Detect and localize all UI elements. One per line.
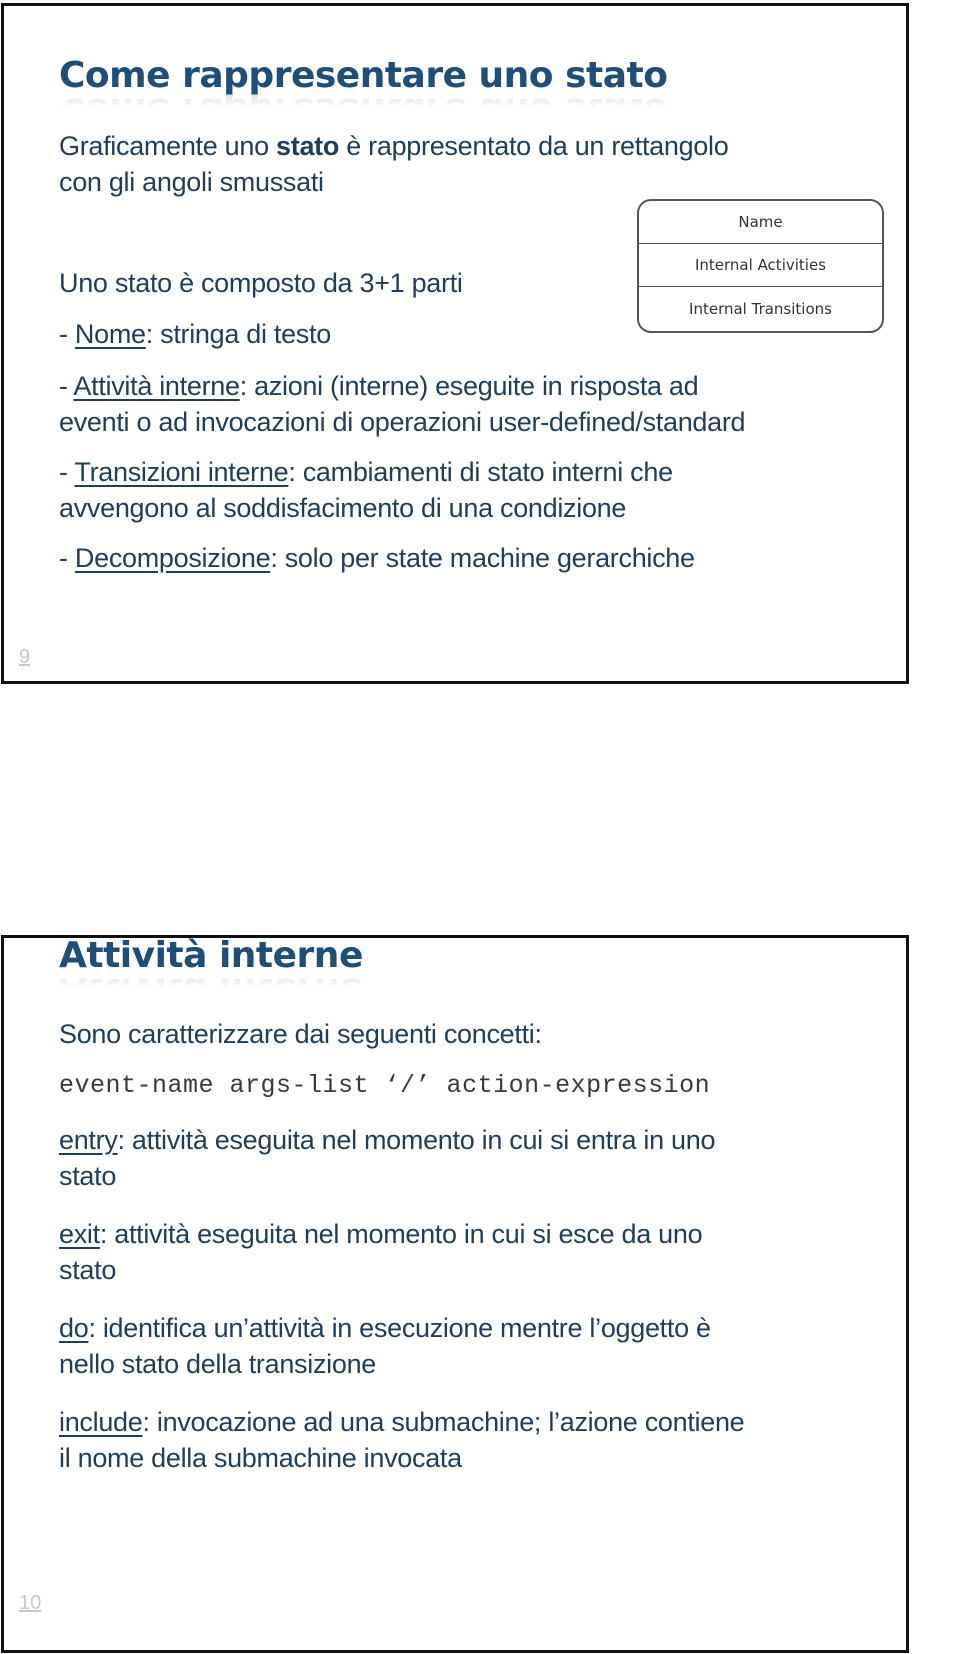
intro-text: Graficamente uno (59, 131, 277, 161)
concept-item: entry: attività eseguita nel momento in … (59, 1122, 715, 1194)
part-term: Attività interne (73, 371, 240, 401)
part-text: : stringa di testo (145, 319, 332, 349)
part-item: - Decomposizione: solo per state machine… (59, 543, 695, 573)
slide-title-reflection: Attività interne (59, 970, 363, 1011)
uml-state-diagram: Name Internal Activities Internal Transi… (637, 199, 884, 333)
slide-10: Attività interne Attività interne Sono c… (1, 935, 909, 1653)
part-term: Decomposizione (74, 543, 271, 573)
intro-bold-term: stato (276, 131, 340, 161)
slide-title-reflection: Come rappresentare uno stato (59, 90, 668, 131)
concept-item: exit: attività eseguita nel momento in c… (59, 1216, 703, 1288)
intro-line: Sono caratterizzare dai seguenti concett… (59, 1019, 542, 1049)
part-term: Transizioni interne (74, 457, 289, 487)
state-activities-compartment: Internal Activities (639, 244, 882, 287)
intro-paragraph: Graficamente uno stato è rappresentato d… (59, 128, 729, 200)
part-text: : cambiamenti di stato interni che (288, 457, 673, 487)
part-item: - Transizioni interne: cambiamenti di st… (59, 457, 673, 523)
slide-title: Come rappresentare uno stato (59, 55, 668, 96)
slide-9: Come rappresentare uno stato Come rappre… (1, 3, 909, 684)
state-name-compartment: Name (639, 201, 882, 244)
concept-text: stato (59, 1161, 117, 1191)
part-text: eventi o ad invocazioni di operazioni us… (59, 407, 746, 437)
page-number: 10 (19, 1592, 42, 1614)
part-text: : solo per state machine gerarchiche (270, 543, 695, 573)
concept-term: entry (59, 1125, 118, 1155)
syntax-line: event-name args-list ‘/’ action-expressi… (59, 1071, 711, 1100)
concept-text: il nome della submachine invocata (59, 1443, 462, 1473)
part-item: - Attività interne: azioni (interne) ese… (59, 371, 746, 437)
concept-text: : invocazione ad una submachine; l’azion… (142, 1407, 745, 1437)
part-term: Nome (74, 319, 146, 349)
slide-title: Attività interne (59, 935, 363, 976)
state-transitions-compartment: Internal Transitions (689, 299, 832, 318)
concept-item: do: identifica un’attività in esecuzione… (59, 1310, 711, 1382)
concept-term: exit (59, 1219, 100, 1249)
concept-text: nello stato della transizione (59, 1349, 377, 1379)
concept-text: stato (59, 1255, 117, 1285)
concept-text: : attività eseguita nel momento in cui s… (117, 1125, 716, 1155)
part-text: avvengono al soddisfacimento di una cond… (59, 493, 627, 523)
intro-text: con gli angoli smussati (59, 167, 324, 197)
concept-item: include: invocazione ad una submachine; … (59, 1404, 745, 1476)
part-text: : azioni (interne) eseguite in risposta … (239, 371, 699, 401)
concept-term: do (59, 1313, 89, 1343)
concept-text: : identifica un’attività in esecuzione m… (88, 1313, 711, 1343)
part-item: - Nome: stringa di testo (59, 319, 332, 349)
page-number: 9 (19, 646, 31, 668)
intro-text: è rappresentato da un rettangolo (339, 131, 729, 161)
composition-line: Uno stato è composto da 3+1 parti (59, 268, 463, 298)
concept-text: : attività eseguita nel momento in cui s… (99, 1219, 703, 1249)
concept-term: include (59, 1407, 143, 1437)
